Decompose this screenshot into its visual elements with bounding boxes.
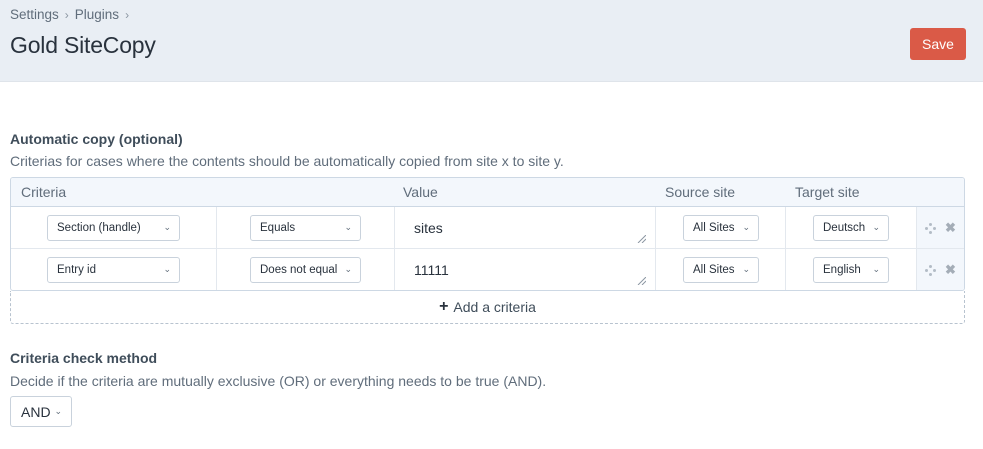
target-site-select[interactable]: English ⌄ <box>813 257 889 283</box>
add-criteria-label: Add a criteria <box>453 299 536 315</box>
target-site-select[interactable]: Deutsch ⌄ <box>813 215 889 241</box>
automatic-copy-heading: Automatic copy (optional) <box>10 131 183 147</box>
chevron-down-icon: ⌄ <box>742 264 750 274</box>
check-method-select[interactable]: AND ⌄ <box>10 396 72 427</box>
criteria-operator-select[interactable]: Does not equal ⌄ <box>250 257 361 283</box>
delete-icon[interactable]: ✖ <box>945 262 956 278</box>
criteria-field-select[interactable]: Entry id ⌄ <box>47 257 180 283</box>
column-header-criteria: Criteria <box>21 184 67 200</box>
check-method-instructions: Decide if the criteria are mutually excl… <box>10 373 547 389</box>
resize-grip-icon[interactable] <box>636 235 646 243</box>
page-title: Gold SiteCopy <box>10 32 156 58</box>
page-header: Settings › Plugins › Gold SiteCopy Save <box>0 0 983 82</box>
criteria-value-input[interactable]: sites <box>414 220 443 236</box>
column-header-target-site: Target site <box>795 184 860 200</box>
criteria-field-select[interactable]: Section (handle) ⌄ <box>47 215 180 241</box>
column-header-value: Value <box>403 184 438 200</box>
delete-icon[interactable]: ✖ <box>945 220 956 236</box>
chevron-down-icon: ⌄ <box>163 264 171 274</box>
move-icon[interactable] <box>925 265 936 276</box>
table-row: Entry id ⌄ Does not equal ⌄ 11111 All Si… <box>11 249 964 290</box>
criteria-table: Criteria Value Source site Target site S… <box>10 177 965 291</box>
check-method-heading: Criteria check method <box>10 350 158 366</box>
chevron-down-icon: ⌄ <box>54 406 62 416</box>
criteria-table-header: Criteria Value Source site Target site <box>11 178 964 207</box>
save-button[interactable]: Save <box>910 28 966 60</box>
chevron-down-icon: ⌄ <box>742 222 750 232</box>
criteria-value-input[interactable]: 11111 <box>414 262 449 278</box>
table-row: Section (handle) ⌄ Equals ⌄ sites All Si… <box>11 207 964 249</box>
resize-grip-icon[interactable] <box>636 277 646 285</box>
automatic-copy-instructions: Criterias for cases where the contents s… <box>10 153 564 169</box>
breadcrumb-plugins[interactable]: Plugins <box>75 7 119 22</box>
column-header-source-site: Source site <box>665 184 736 200</box>
add-criteria-button[interactable]: + Add a criteria <box>10 291 965 324</box>
chevron-down-icon: ⌄ <box>872 264 880 274</box>
chevron-down-icon: ⌄ <box>872 222 880 232</box>
chevron-down-icon: ⌄ <box>344 222 352 232</box>
breadcrumb: Settings › Plugins › <box>10 7 135 22</box>
breadcrumb-settings[interactable]: Settings <box>10 7 59 22</box>
chevron-right-icon: › <box>125 7 130 22</box>
criteria-operator-select[interactable]: Equals ⌄ <box>250 215 361 241</box>
move-icon[interactable] <box>925 223 936 234</box>
plus-icon: + <box>439 298 449 315</box>
source-site-select[interactable]: All Sites ⌄ <box>683 215 759 241</box>
source-site-select[interactable]: All Sites ⌄ <box>683 257 759 283</box>
chevron-down-icon: ⌄ <box>163 222 171 232</box>
chevron-down-icon: ⌄ <box>344 264 352 274</box>
chevron-right-icon: › <box>64 7 69 22</box>
